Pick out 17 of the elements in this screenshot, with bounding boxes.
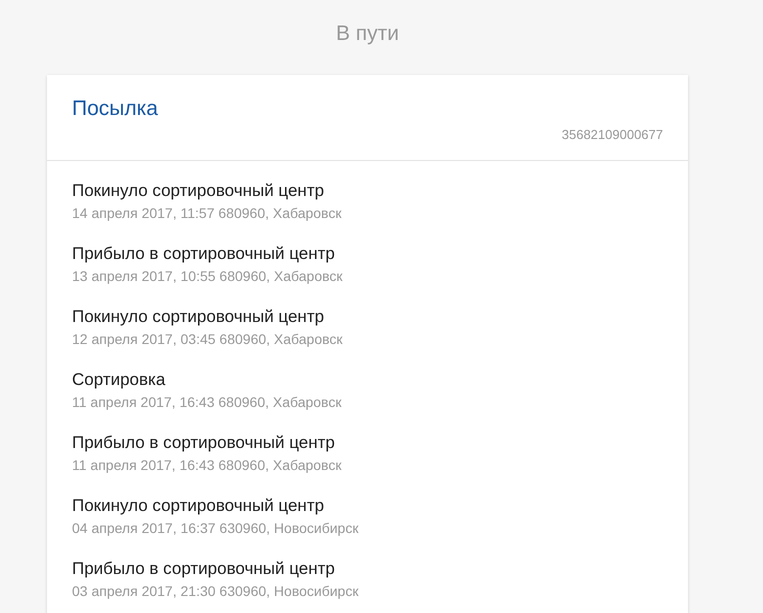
event-details: 04 апреля 2017, 16:37 630960, Новосибирск xyxy=(72,519,358,537)
event-title: Прибыло в сортировочный центр xyxy=(72,244,335,264)
event-title: Покинуло сортировочный центр xyxy=(72,307,324,327)
event-title: Сортировка xyxy=(72,370,166,390)
event-details: 13 апреля 2017, 10:55 680960, Хабаровск xyxy=(72,267,343,285)
event-details: 11 апреля 2017, 16:43 680960, Хабаровск xyxy=(72,456,342,474)
event-title: Прибыло в сортировочный центр xyxy=(72,559,335,579)
event-details: 03 апреля 2017, 21:30 630960, Новосибирск xyxy=(72,582,358,600)
event-title: Покинуло сортировочный центр xyxy=(72,496,324,516)
event-title: Прибыло в сортировочный центр xyxy=(72,433,335,453)
parcel-title: Посылка xyxy=(72,97,158,121)
event-details: 14 апреля 2017, 11:57 680960, Хабаровск xyxy=(72,204,342,222)
event-title: Покинуло сортировочный центр xyxy=(72,181,324,201)
tracking-number: 35682109000677 xyxy=(562,127,663,142)
event-details: 12 апреля 2017, 03:45 680960, Хабаровск xyxy=(72,330,343,348)
event-details: 11 апреля 2017, 16:43 680960, Хабаровск xyxy=(72,393,342,411)
status-title: В пути xyxy=(336,22,400,46)
